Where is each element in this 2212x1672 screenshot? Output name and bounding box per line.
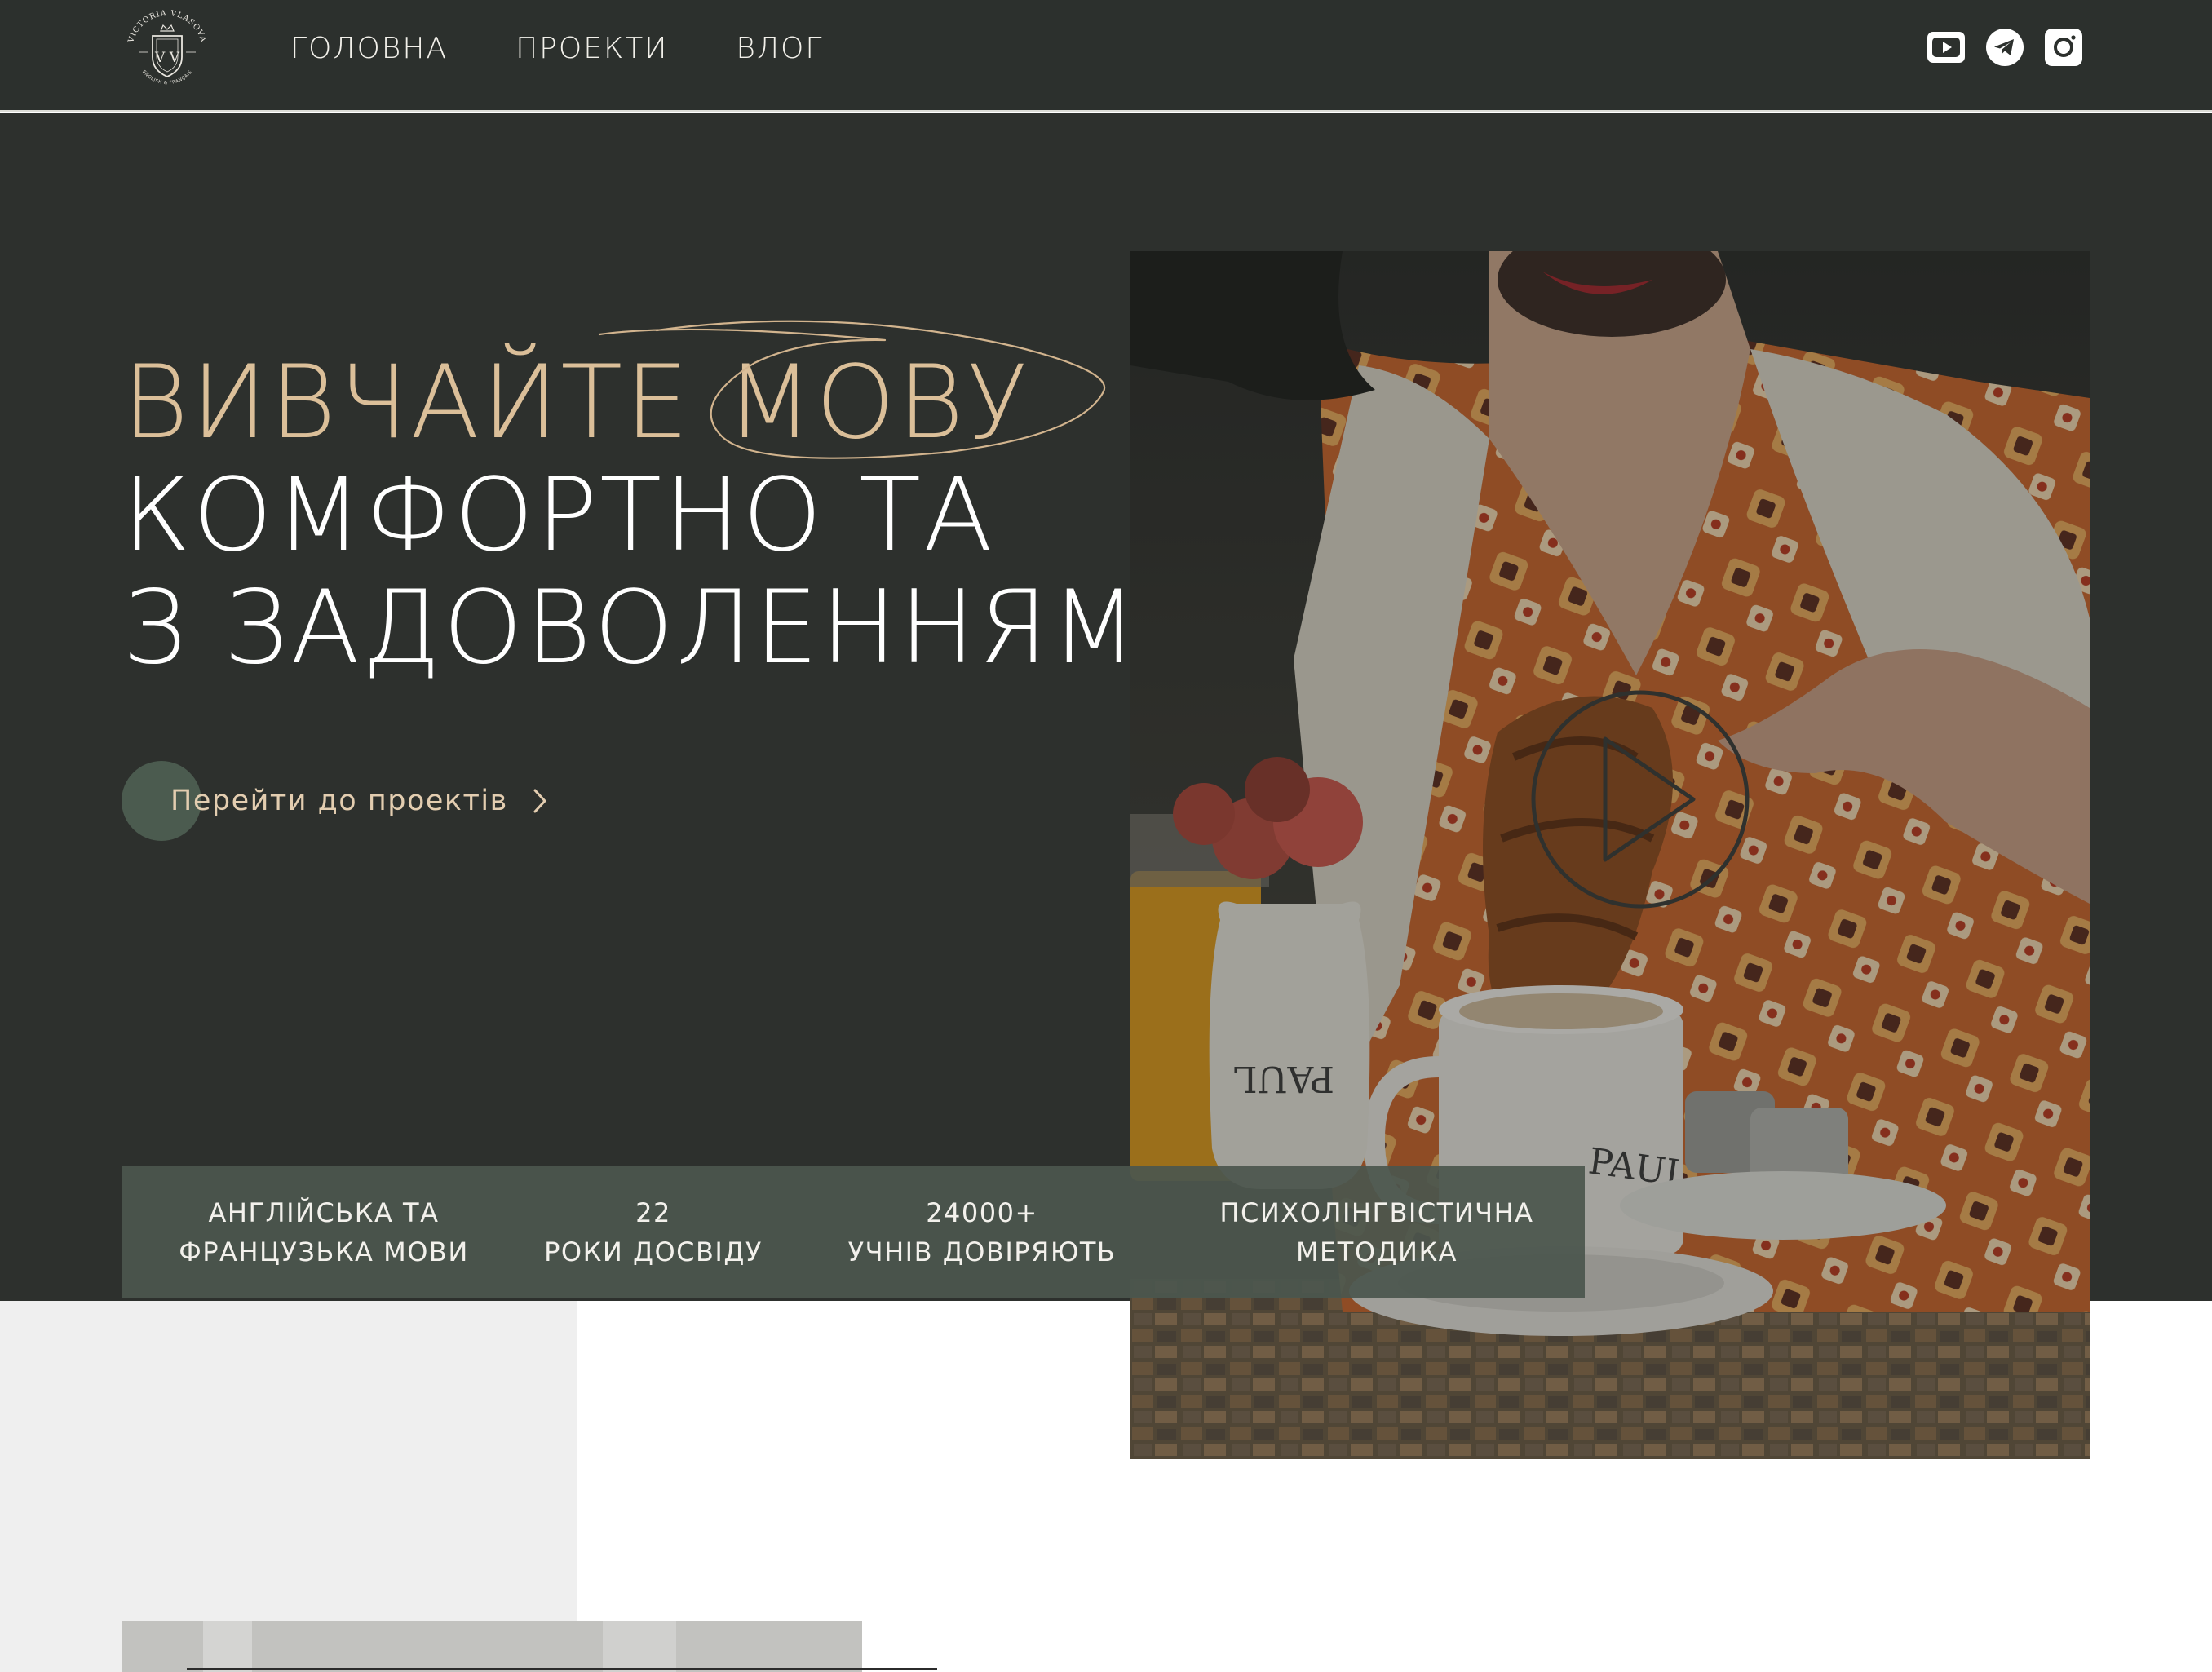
about-section-background — [0, 1301, 577, 1672]
cta-label: Перейти до проектів — [170, 785, 508, 817]
instagram-icon[interactable] — [2044, 28, 2083, 67]
site-header: VICTORIA VLASOVA ENGLISH & FRANÇAIS V V … — [0, 0, 2212, 112]
stat-students: 24000+ УЧНІВ ДОВІРЯЮТЬ — [846, 1166, 1118, 1298]
stat-line-2: УЧНІВ ДОВІРЯЮТЬ — [847, 1236, 1117, 1267]
hero-headline: ВИВЧАЙТЕ МОВУ КОМФОРТНО ТА З ЗАДОВОЛЕННЯ… — [122, 347, 1305, 684]
headline-line-2: КОМФОРТНО ТА — [122, 457, 995, 574]
about-section-image — [122, 1621, 862, 1672]
stat-experience: 22 РОКИ ДОСВІДУ — [526, 1166, 781, 1298]
stat-languages: АНГЛІЙСЬКА ТА ФРАНЦУЗЬКА МОВИ — [122, 1166, 526, 1298]
stat-line-2: РОКИ ДОСВІДУ — [544, 1236, 763, 1267]
stat-line-1: 22 — [635, 1197, 671, 1228]
stat-line-2: ФРАНЦУЗЬКА МОВИ — [179, 1236, 469, 1267]
nav-link-vlog[interactable]: ВЛОГ — [736, 29, 823, 69]
stat-methodology: ПСИХОЛІНГВІСТИЧНА МЕТОДИКА — [1195, 1166, 1559, 1298]
main-nav: ГОЛОВНА ПРОЕКТИ ВЛОГ — [290, 29, 823, 69]
headline-line-3: З ЗАДОВОЛЕННЯМ — [122, 569, 1140, 687]
go-to-projects-button[interactable]: Перейти до проектів — [122, 761, 549, 841]
about-image-texture — [122, 1621, 862, 1672]
nav-link-home[interactable]: ГОЛОВНА — [290, 29, 448, 69]
youtube-icon[interactable] — [1927, 28, 1966, 67]
stat-line-1: ПСИХОЛІНГВІСТИЧНА — [1219, 1197, 1534, 1228]
telegram-icon[interactable] — [1985, 28, 2024, 67]
nav-link-projects[interactable]: ПРОЕКТИ — [515, 29, 668, 69]
stats-bar: АНГЛІЙСЬКА ТА ФРАНЦУЗЬКА МОВИ 22 РОКИ ДО… — [122, 1166, 1585, 1298]
page: VICTORIA VLASOVA ENGLISH & FRANÇAIS V V … — [0, 0, 2212, 1672]
brand-logo[interactable]: VICTORIA VLASOVA ENGLISH & FRANÇAIS V V — [114, 0, 220, 106]
stat-line-2: МЕТОДИКА — [1295, 1236, 1458, 1267]
about-section-divider — [187, 1668, 937, 1670]
headline-line-1: ВИВЧАЙТЕ МОВУ — [122, 344, 1031, 462]
stat-line-1: 24000+ — [926, 1197, 1038, 1228]
chevron-right-icon — [533, 789, 546, 813]
logo-monogram: V V — [154, 50, 180, 66]
stat-line-1: АНГЛІЙСЬКА ТА — [208, 1197, 440, 1228]
